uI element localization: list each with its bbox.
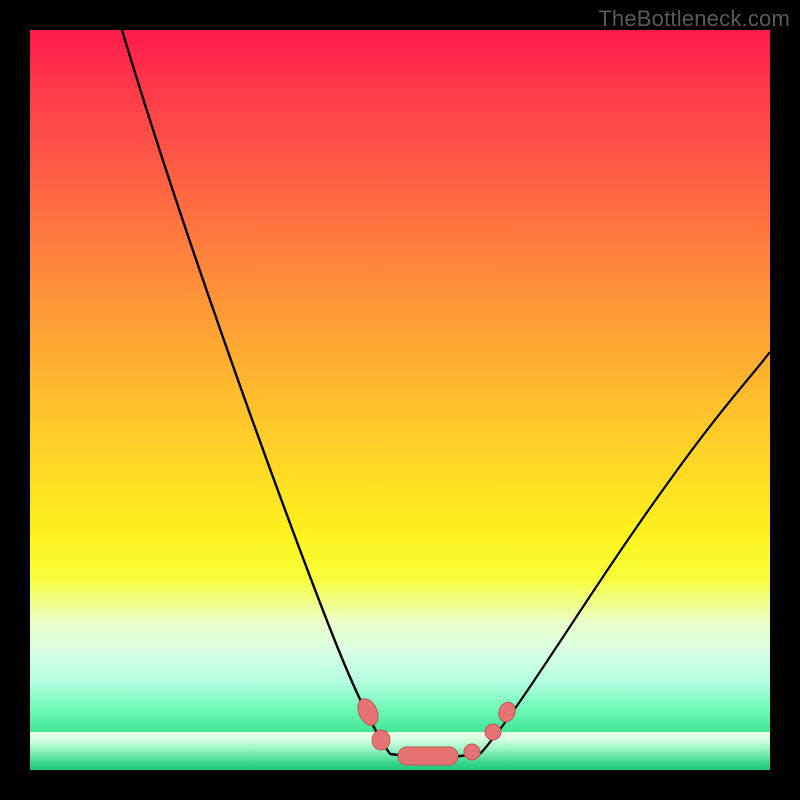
- chart-frame: TheBottleneck.com: [0, 0, 800, 800]
- curve-right-branch: [480, 352, 770, 754]
- marker-left-lower: [372, 730, 390, 750]
- marker-floor-pill: [398, 747, 458, 765]
- marker-left-upper: [354, 696, 382, 729]
- marker-right-inner: [464, 744, 480, 760]
- marker-group: [354, 696, 518, 765]
- marker-right-upper: [496, 700, 518, 724]
- curve-left-branch: [122, 30, 390, 754]
- chart-svg: [30, 30, 770, 770]
- plot-area: [30, 30, 770, 770]
- marker-right-mid: [485, 724, 501, 740]
- watermark-text: TheBottleneck.com: [598, 6, 790, 32]
